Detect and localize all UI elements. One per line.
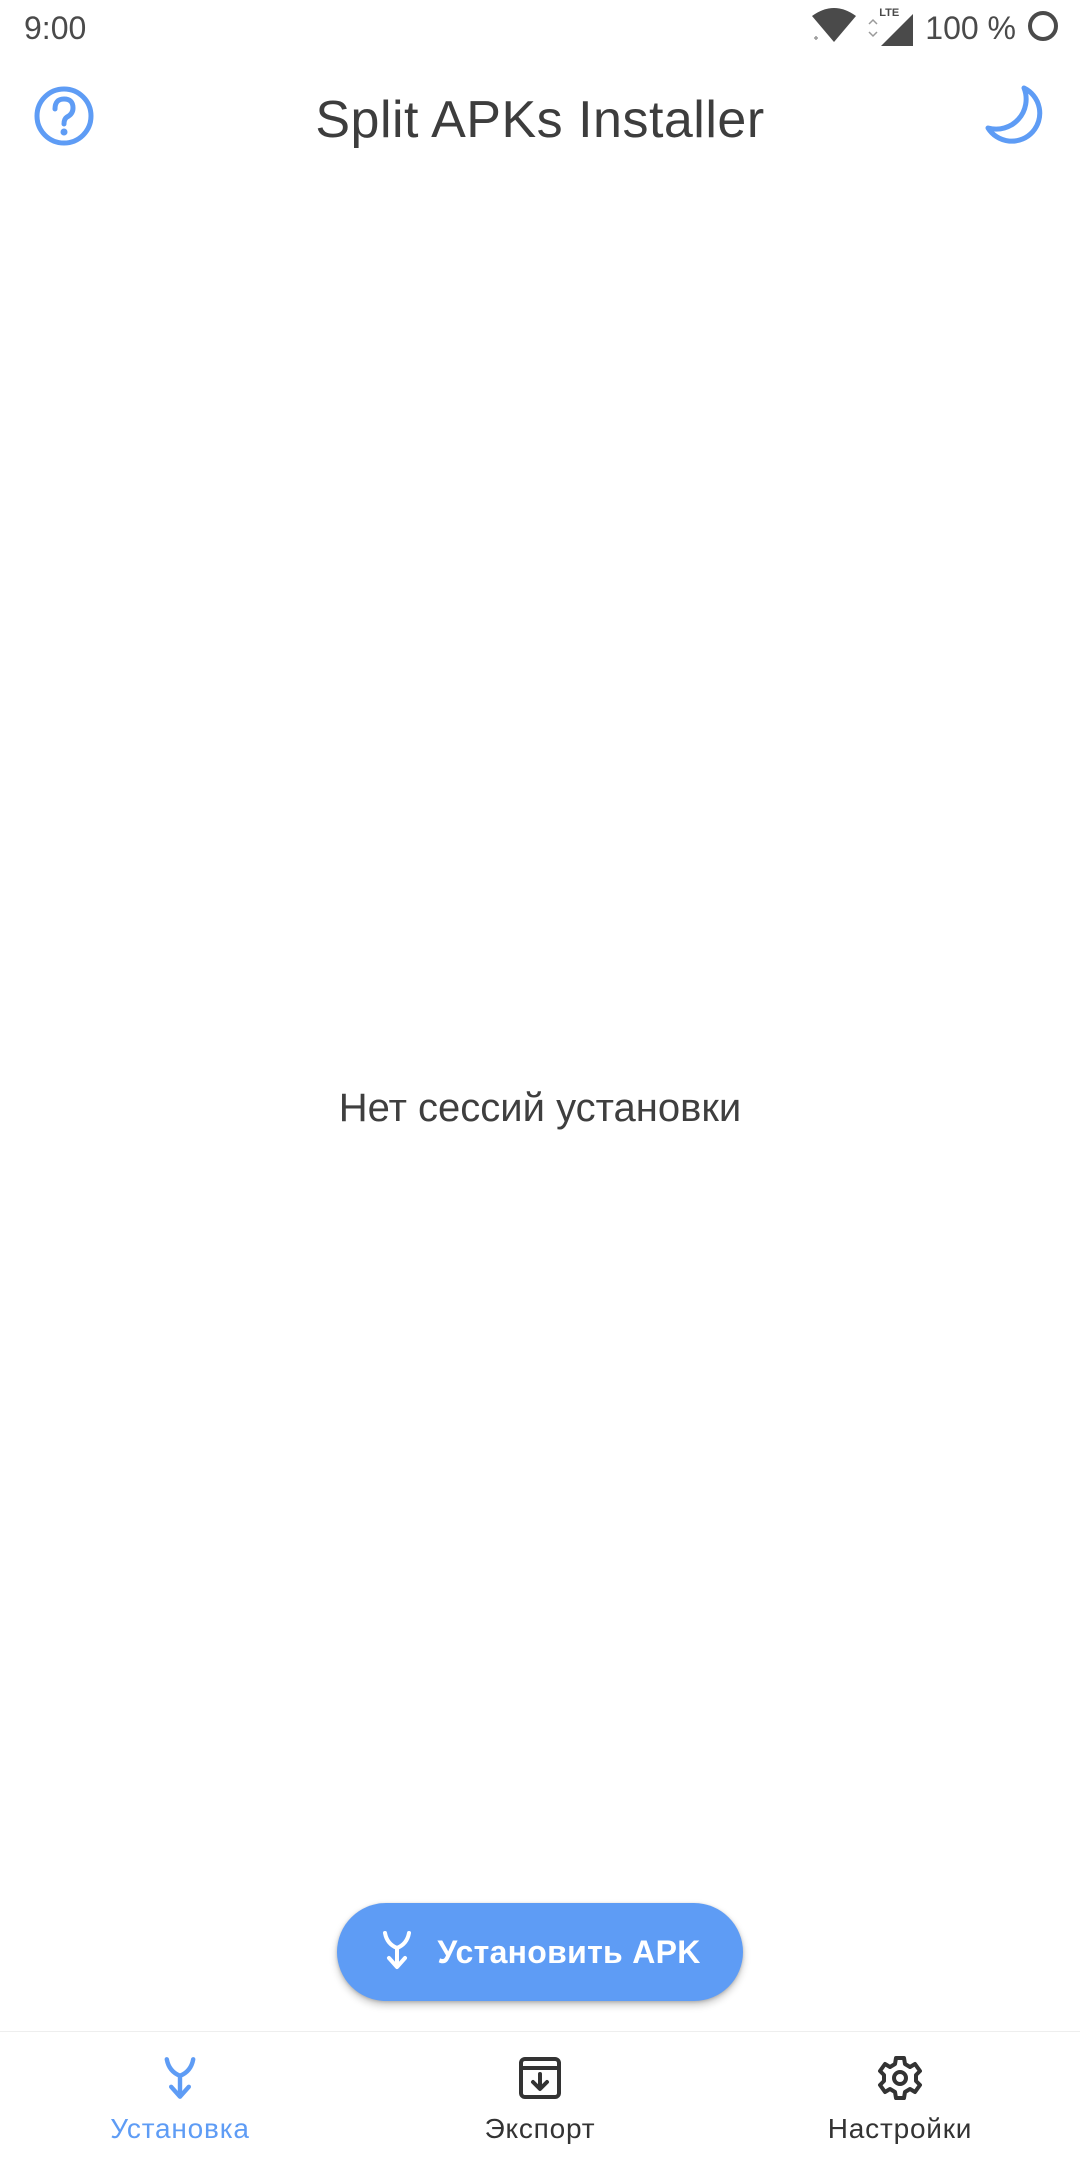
- battery-icon: [1026, 9, 1060, 48]
- wifi-icon: [811, 7, 857, 49]
- signal-icon: LTE: [867, 7, 915, 48]
- app-bar: Split APKs Installer: [0, 64, 1080, 174]
- install-apk-label: Установить APK: [437, 1934, 701, 1970]
- theme-toggle-button[interactable]: [976, 78, 1056, 158]
- nav-label-settings: Настройки: [827, 2113, 973, 2144]
- nav-label-export: Экспорт: [484, 2113, 596, 2144]
- archive-download-icon: [516, 2054, 564, 2102]
- moon-icon: [984, 84, 1048, 153]
- merge-arrow-icon: [156, 2054, 204, 2102]
- nav-label-install: Установка: [110, 2113, 250, 2144]
- status-icons: LTE 100 %: [811, 6, 1060, 50]
- merge-arrow-icon: [379, 1930, 415, 1975]
- battery-percentage: 100 %: [925, 10, 1016, 46]
- nav-item-export[interactable]: Экспорт: [360, 2032, 720, 2160]
- app-title: Split APKs Installer: [315, 91, 765, 149]
- nav-item-install[interactable]: Установка: [0, 2032, 360, 2160]
- bottom-navigation: Установка Экспорт Настройки: [0, 2031, 1080, 2160]
- status-bar: 9:00 LTE 100 %: [0, 0, 1080, 56]
- screen: 9:00 LTE 100 % Split APKs Installer Нет …: [0, 0, 1080, 2160]
- network-type-label: LTE: [879, 7, 900, 19]
- nav-item-settings[interactable]: Настройки: [720, 2032, 1080, 2160]
- gear-icon: [876, 2054, 924, 2102]
- empty-state-message: Нет сессий установки: [338, 1086, 742, 1130]
- status-time: 9:00: [24, 10, 87, 46]
- install-apk-button[interactable]: Установить APK: [337, 1903, 743, 2001]
